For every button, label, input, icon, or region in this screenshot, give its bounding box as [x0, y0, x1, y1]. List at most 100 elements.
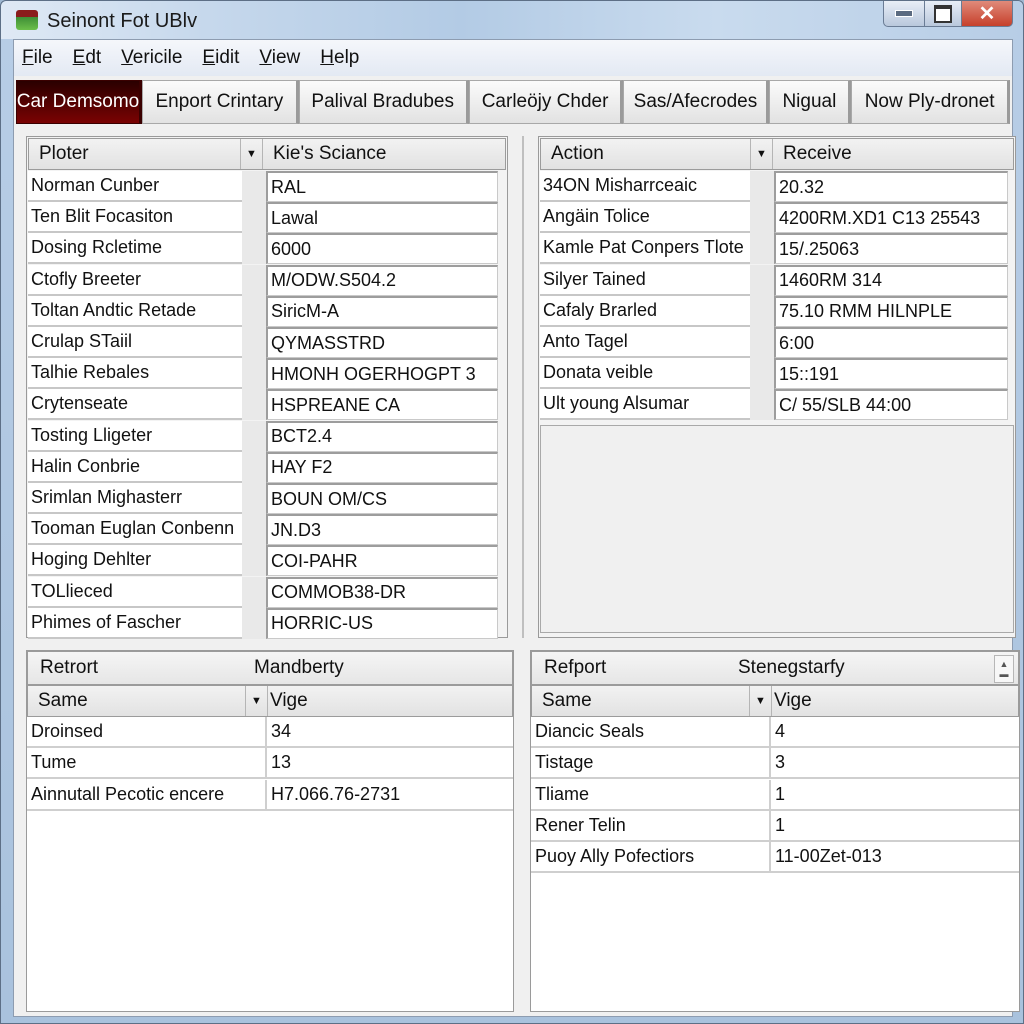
report-right-panel: Refport Stenegstarfy ▲ ▬ Same ▼ Vige Dia… — [530, 650, 1020, 1012]
row-label: Ctofly Breeter — [28, 264, 242, 296]
maximize-button[interactable] — [925, 1, 962, 27]
menu-label: ericile — [132, 47, 183, 68]
value-field[interactable]: RAL — [266, 171, 498, 202]
table-row[interactable]: Droinsed 34 — [27, 717, 513, 748]
table-row: Silyer Tained 1460RM 314 — [540, 264, 1008, 296]
column-header-same[interactable]: Same — [28, 686, 246, 716]
table-row[interactable]: Tliame 1 — [531, 779, 1019, 811]
value-field[interactable]: 15/.25063 — [774, 233, 1008, 265]
table-row: Toltan Andtic Retade SiricM-A — [28, 295, 498, 327]
menu-edit-2[interactable]: Eidit — [202, 47, 239, 69]
value-field[interactable]: BOUN OM/CS — [266, 483, 498, 514]
menu-accel: E — [72, 47, 86, 68]
column-header-vige[interactable]: Vige — [268, 686, 512, 716]
value-field[interactable]: 75.10 RMM HILNPLE — [774, 295, 1008, 327]
tab-sas-afecrodes[interactable]: Sas/Afecrodes — [623, 80, 770, 124]
row-gap — [750, 264, 774, 296]
column-header-kies-sciance[interactable]: Kie's Sciance — [263, 139, 505, 169]
row-gap — [242, 264, 266, 296]
menu-accel: H — [320, 47, 334, 68]
table-row: Ten Blit Focasiton Lawal — [28, 202, 498, 234]
table-row: Srimlan Mighasterr BOUN OM/CS — [28, 483, 498, 514]
value-field[interactable]: SiricM-A — [266, 295, 498, 327]
table-row[interactable]: Tistage 3 — [531, 748, 1019, 780]
value-field[interactable]: HORRIC-US — [266, 607, 498, 639]
menu-vehicle[interactable]: Vericile — [121, 47, 182, 69]
dropdown-arrow-icon[interactable]: ▼ — [246, 686, 268, 716]
row-label: Dosing Rcletime — [28, 233, 242, 265]
row-gap — [242, 295, 266, 327]
row-gap — [750, 389, 774, 421]
minimize-icon — [895, 10, 913, 17]
value-field[interactable]: Lawal — [266, 202, 498, 234]
tab-carleojy-chder[interactable]: Carleöjy Chder — [468, 80, 624, 124]
table-row[interactable]: Ainnutall Pecotic encere H7.066.76-2731 — [27, 779, 513, 811]
menu-edit[interactable]: Edt — [73, 47, 102, 69]
spin-up-icon[interactable]: ▲ — [1000, 659, 1009, 669]
row-gap — [750, 327, 774, 358]
menu-help[interactable]: Help — [320, 47, 359, 69]
minimize-button[interactable] — [883, 1, 925, 27]
row-label: Norman Cunber — [28, 171, 242, 202]
value-field[interactable]: HSPREANE CA — [266, 389, 498, 421]
menu-label: ile — [33, 47, 53, 68]
row-label: Diancic Seals — [531, 717, 771, 746]
spin-control[interactable]: ▲ ▬ — [994, 655, 1014, 683]
dropdown-arrow-icon[interactable]: ▼ — [751, 139, 773, 169]
value-field[interactable]: HMONH OGERHOGPT 3 — [266, 358, 498, 390]
table-row[interactable]: Rener Telin 1 — [531, 810, 1019, 842]
row-value: 11-00Zet-013 — [775, 846, 882, 867]
title-bar[interactable]: Seinont Fot UBlv ✕ — [1, 1, 1023, 39]
column-header-action[interactable]: Action — [541, 139, 751, 169]
value-field[interactable]: HAY F2 — [266, 451, 498, 483]
menu-view[interactable]: View — [259, 47, 300, 69]
column-header-ploter[interactable]: Ploter — [29, 139, 241, 169]
tab-palival-bradubes[interactable]: Palival Bradubes — [298, 80, 469, 124]
value-field[interactable]: M/ODW.S504.2 — [266, 264, 498, 296]
row-label: Talhie Rebales — [28, 358, 242, 390]
value-field[interactable]: 6:00 — [774, 327, 1008, 358]
value-field[interactable]: 20.32 — [774, 171, 1008, 202]
value-field[interactable]: 6000 — [266, 233, 498, 265]
value-field[interactable]: 4200RM.XD1 C13 25543 — [774, 202, 1008, 234]
menu-label: idit — [215, 47, 240, 68]
tab-now-ply-dronet[interactable]: Now Ply-dronet — [851, 80, 1010, 124]
table-row[interactable]: Tume 13 — [27, 748, 513, 780]
close-button[interactable]: ✕ — [962, 1, 1013, 27]
menu-file[interactable]: File — [22, 47, 53, 69]
row-label: Hoging Dehlter — [28, 545, 242, 577]
row-label: Halin Conbrie — [28, 451, 242, 483]
splitter[interactable] — [522, 136, 524, 638]
row-gap — [242, 451, 266, 483]
row-label: Kamle Pat Conpers Tlote — [540, 233, 750, 265]
value-field[interactable]: JN.D3 — [266, 514, 498, 546]
app-window: Seinont Fot UBlv ✕ File Edt Vericile Eid… — [0, 0, 1024, 1024]
value-field[interactable]: BCT2.4 — [266, 420, 498, 452]
row-gap — [242, 483, 266, 514]
column-header-receive[interactable]: Receive — [773, 139, 1013, 169]
report-left-title-bar: Retrort Mandberty — [27, 651, 513, 685]
dropdown-arrow-icon[interactable]: ▼ — [750, 686, 772, 716]
menu-label: dt — [85, 47, 102, 68]
row-gap — [750, 233, 774, 265]
dropdown-arrow-icon[interactable]: ▼ — [241, 139, 263, 169]
value-field[interactable]: 1460RM 314 — [774, 264, 1008, 296]
column-header-vige[interactable]: Vige — [772, 686, 1018, 716]
value-field[interactable]: 15::191 — [774, 358, 1008, 390]
spin-down-icon[interactable]: ▬ — [1000, 669, 1009, 679]
table-row[interactable]: Puoy Ally Pofectiors 11-00Zet-013 — [531, 842, 1019, 874]
row-gap — [750, 171, 774, 202]
tab-car-demsomo[interactable]: Car Demsomo — [16, 80, 142, 124]
tab-enport-crintary[interactable]: Enport Crintary — [142, 80, 299, 124]
row-gap — [750, 295, 774, 327]
value-field[interactable]: C/ 55/SLB 44:00 — [774, 389, 1008, 421]
column-header-same[interactable]: Same — [532, 686, 750, 716]
row-gap — [242, 607, 266, 639]
row-label: Angäin Tolice — [540, 202, 750, 234]
table-row: Hoging Dehlter COI-PAHR — [28, 545, 498, 577]
table-row[interactable]: Diancic Seals 4 — [531, 717, 1019, 748]
value-field[interactable]: COMMOB38-DR — [266, 576, 498, 608]
value-field[interactable]: COI-PAHR — [266, 545, 498, 577]
value-field[interactable]: QYMASSTRD — [266, 327, 498, 358]
tab-nigual[interactable]: Nigual — [769, 80, 852, 124]
